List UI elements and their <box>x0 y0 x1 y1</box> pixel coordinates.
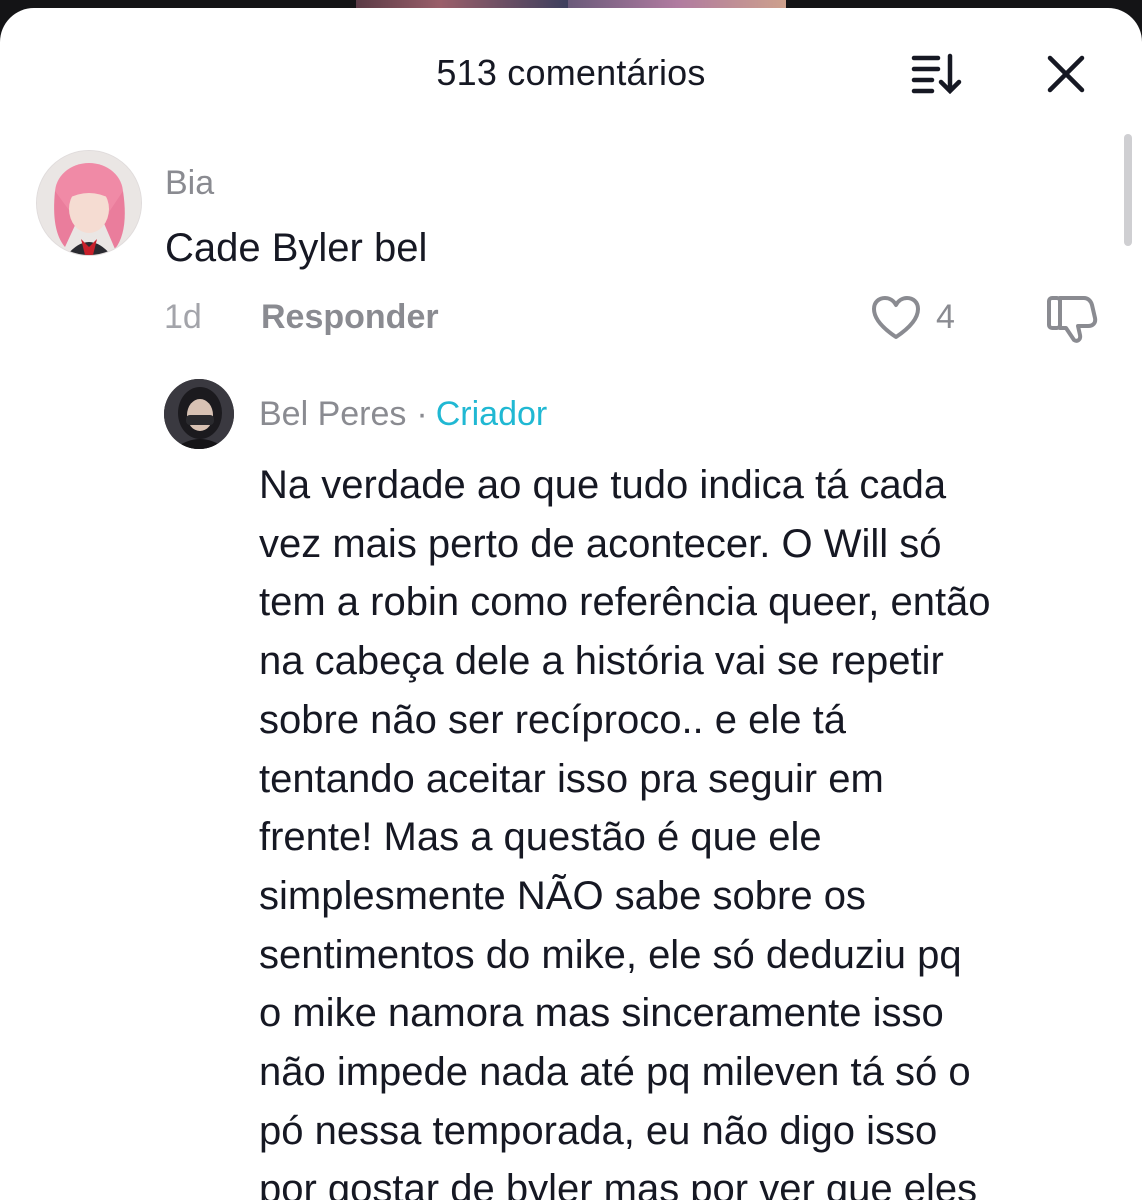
avatar-image <box>37 151 141 255</box>
comments-count-title: 513 comentários <box>436 52 706 93</box>
comment-timestamp: 1d <box>164 298 202 336</box>
sort-icon <box>911 53 962 94</box>
comments-sheet: 513 comentários Bia Cade Byler bel 1d Re… <box>0 8 1142 1200</box>
reply-username[interactable]: Bel Peres <box>259 395 406 433</box>
scrollbar[interactable] <box>1124 134 1132 246</box>
reply-button[interactable]: Responder <box>261 298 439 337</box>
comment-username[interactable]: Bia <box>165 164 214 203</box>
close-icon <box>1047 55 1085 93</box>
like-button[interactable] <box>870 292 922 344</box>
sort-button[interactable] <box>908 50 968 96</box>
close-button[interactable] <box>1040 48 1092 100</box>
heart-icon <box>872 296 920 339</box>
separator-dot: · <box>416 395 428 433</box>
avatar-bia[interactable] <box>36 150 142 256</box>
avatar-image <box>164 379 234 449</box>
reply-username-line: Bel Peres · Criador <box>259 395 547 434</box>
creator-badge: Criador <box>435 395 548 433</box>
comment-text: Cade Byler bel <box>165 226 428 270</box>
thumbs-down-icon <box>1047 296 1098 343</box>
dislike-button[interactable] <box>1045 292 1099 346</box>
avatar-bel-peres[interactable] <box>164 379 234 449</box>
like-count: 4 <box>936 298 955 336</box>
reply-text: Na verdade ao que tudo indica tá cada ve… <box>259 463 991 1200</box>
